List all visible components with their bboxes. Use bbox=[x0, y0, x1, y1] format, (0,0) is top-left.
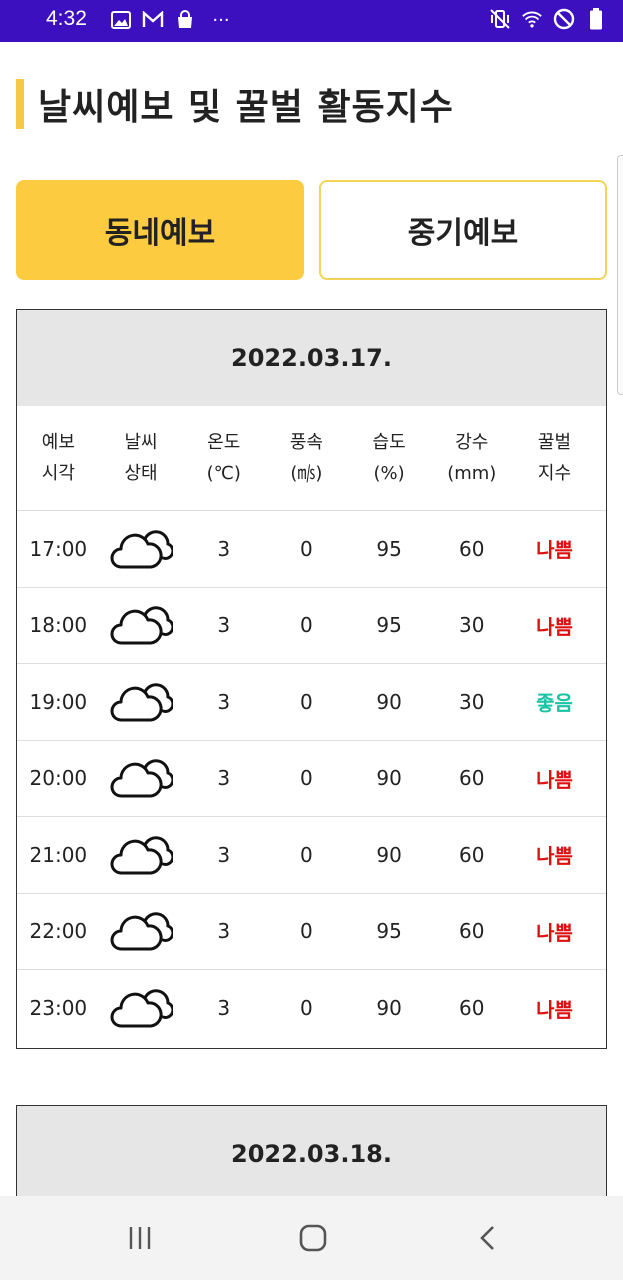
cell-wind-speed: 0 bbox=[300, 613, 313, 638]
status-time: 4:32 bbox=[46, 7, 87, 30]
recent-apps-icon[interactable] bbox=[120, 1218, 160, 1258]
cell-bee-index: 좋음 bbox=[536, 691, 573, 716]
gmail-icon bbox=[142, 9, 164, 31]
cell-forecast-time: 21:00 bbox=[29, 842, 88, 867]
cell-temperature: 3 bbox=[217, 996, 231, 1021]
header-humidity: 습도 (%) bbox=[372, 432, 406, 484]
cell-temperature: 3 bbox=[217, 766, 231, 791]
battery-icon bbox=[585, 8, 607, 30]
cell-wind-speed: 0 bbox=[300, 536, 313, 561]
cell-humidity: 90 bbox=[376, 996, 402, 1021]
cell-precipitation: 60 bbox=[459, 766, 485, 791]
status-right-icons bbox=[489, 8, 607, 30]
navigation-bar bbox=[0, 1196, 623, 1280]
header-weather: 날씨 상태 bbox=[124, 432, 158, 484]
cell-bee-index: 나쁨 bbox=[536, 767, 573, 792]
cell-forecast-time: 23:00 bbox=[29, 996, 88, 1021]
table-row: 21:00 3 0 90 60 나쁨 bbox=[17, 817, 606, 894]
gallery-icon bbox=[110, 9, 132, 31]
back-icon[interactable] bbox=[468, 1218, 508, 1258]
cell-bee-index: 나쁨 bbox=[536, 920, 573, 945]
table-row: 17:00 3 0 95 60 나쁨 bbox=[17, 511, 606, 588]
do-not-disturb-icon bbox=[553, 8, 575, 30]
cell-wind-speed: 0 bbox=[300, 842, 313, 867]
cell-wind-speed: 0 bbox=[300, 766, 313, 791]
cloudy-icon bbox=[100, 603, 183, 647]
table-row: 20:00 3 0 90 60 나쁨 bbox=[17, 741, 606, 817]
cell-precipitation: 60 bbox=[459, 536, 485, 561]
shopping-bag-icon bbox=[174, 9, 196, 31]
cell-wind-speed: 0 bbox=[300, 996, 313, 1021]
cell-temperature: 3 bbox=[217, 842, 231, 867]
cell-wind-speed: 0 bbox=[300, 919, 313, 944]
cell-precipitation: 60 bbox=[459, 842, 485, 867]
cell-forecast-time: 17:00 bbox=[29, 536, 88, 561]
cloudy-icon bbox=[100, 833, 183, 877]
cell-forecast-time: 19:00 bbox=[29, 689, 88, 714]
table-row: 18:00 3 0 95 30 나쁨 bbox=[17, 588, 606, 664]
header-precipitation: 강수 (mm) bbox=[447, 432, 497, 484]
cell-temperature: 3 bbox=[217, 689, 231, 714]
table-row: 23:00 3 0 90 60 나쁨 bbox=[17, 970, 606, 1047]
cell-precipitation: 30 bbox=[459, 689, 485, 714]
cloudy-icon bbox=[100, 680, 183, 724]
day-date: 2022.03.18. bbox=[17, 1106, 606, 1196]
page-header: 날씨예보 및 꿀벌 활동지수 bbox=[16, 78, 454, 130]
wifi-icon bbox=[521, 8, 543, 30]
cell-wind-speed: 0 bbox=[300, 689, 313, 714]
table-body: 17:00 3 0 95 60 나쁨 18:00 3 0 95 30 나쁨 19:00 3 0 90 30 좋음 2… bbox=[17, 511, 606, 1047]
cell-temperature: 3 bbox=[217, 613, 231, 638]
cloudy-icon bbox=[100, 909, 183, 953]
forecast-table: 예보 시각 날씨 상태 온도 (℃) 풍속 (㎧) 습도 (%) 강수 (mm)… bbox=[17, 406, 606, 1047]
day-forecast-card: 2022.03.18. bbox=[16, 1105, 607, 1196]
table-row: 19:00 3 0 90 30 좋음 bbox=[17, 664, 606, 741]
status-bar: 4:32 ··· bbox=[0, 0, 623, 42]
cell-bee-index: 나쁨 bbox=[536, 997, 573, 1022]
header-forecast-time: 예보 시각 bbox=[41, 432, 75, 484]
cell-humidity: 95 bbox=[376, 919, 402, 944]
cell-bee-index: 나쁨 bbox=[536, 844, 573, 869]
cell-humidity: 90 bbox=[376, 766, 402, 791]
cell-forecast-time: 22:00 bbox=[29, 919, 88, 944]
cell-forecast-time: 20:00 bbox=[29, 766, 88, 791]
cloudy-icon bbox=[100, 986, 183, 1030]
table-row: 22:00 3 0 95 60 나쁨 bbox=[17, 894, 606, 970]
day-forecast-card: 2022.03.17. 예보 시각 날씨 상태 온도 (℃) 풍속 (㎧) 습도… bbox=[16, 309, 607, 1049]
header-temperature: 온도 (℃) bbox=[206, 432, 241, 484]
header-bee-index: 꿀벌 지수 bbox=[537, 432, 572, 484]
cell-temperature: 3 bbox=[217, 919, 231, 944]
cell-temperature: 3 bbox=[217, 536, 231, 561]
cloudy-icon bbox=[100, 527, 183, 571]
cell-precipitation: 30 bbox=[459, 613, 485, 638]
cloudy-icon bbox=[100, 756, 183, 800]
cell-bee-index: 나쁨 bbox=[536, 614, 573, 639]
status-left-icons: ··· bbox=[110, 9, 236, 31]
title-accent-bar bbox=[16, 79, 24, 129]
more-icon: ··· bbox=[212, 9, 230, 31]
table-header-row: 예보 시각 날씨 상태 온도 (℃) 풍속 (㎧) 습도 (%) 강수 (mm)… bbox=[17, 406, 606, 511]
home-icon[interactable] bbox=[293, 1218, 333, 1258]
header-wind-speed: 풍속 (㎧) bbox=[289, 432, 323, 484]
cell-humidity: 90 bbox=[376, 842, 402, 867]
cell-humidity: 95 bbox=[376, 613, 402, 638]
app-content: 날씨예보 및 꿀벌 활동지수 동네예보 중기예보 2022.03.17. 예보 … bbox=[0, 42, 623, 1196]
tab-local-forecast[interactable]: 동네예보 bbox=[16, 180, 304, 280]
cell-precipitation: 60 bbox=[459, 996, 485, 1021]
side-handle[interactable] bbox=[617, 155, 623, 395]
vibrate-icon bbox=[489, 8, 511, 30]
day-date: 2022.03.17. bbox=[17, 310, 606, 406]
cell-forecast-time: 18:00 bbox=[29, 613, 88, 638]
cell-humidity: 90 bbox=[376, 689, 402, 714]
cell-humidity: 95 bbox=[376, 536, 402, 561]
tab-midterm-forecast[interactable]: 중기예보 bbox=[319, 180, 607, 280]
cell-bee-index: 나쁨 bbox=[536, 538, 573, 563]
cell-precipitation: 60 bbox=[459, 919, 485, 944]
page-title: 날씨예보 및 꿀벌 활동지수 bbox=[38, 87, 454, 128]
